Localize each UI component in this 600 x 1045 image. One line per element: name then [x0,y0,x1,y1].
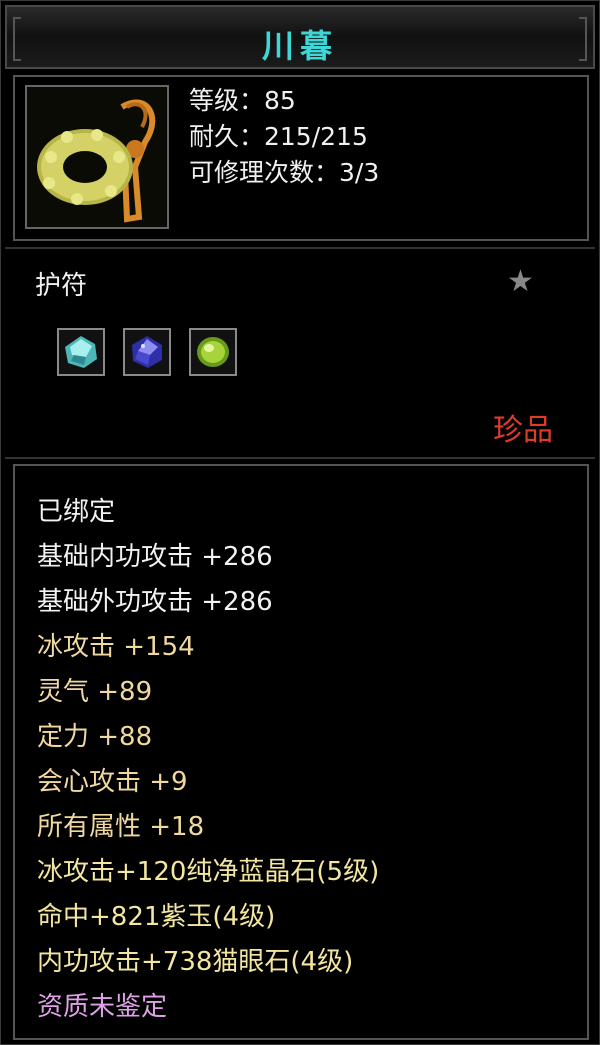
quality-status: 资质未鉴定 [37,992,168,1022]
attr-all-attributes: 所有属性 +18 [37,812,205,842]
blue-sapphire-gem-icon [123,328,172,376]
jade-amulet-icon [25,85,169,229]
item-durability: 耐久：215/215 [189,122,368,151]
divider [5,457,595,459]
divider [5,247,595,249]
attr-base-inner-attack: 基础内功攻击 +286 [37,542,273,572]
attr-spirit: 灵气 +89 [37,677,153,707]
cyan-crystal-gem-icon [57,328,105,376]
green-peridot-gem-icon [189,328,238,376]
attribute-box: 已绑定 基础内功攻击 +286 基础外功攻击 +286 冰攻击 +154 灵气 … [13,464,589,1040]
attribute-list: 已绑定 基础内功攻击 +286 基础外功攻击 +286 冰攻击 +154 灵气 … [37,490,379,1030]
gem-bonus-3: 内功攻击+738猫眼石(4级) [37,947,354,977]
attr-ice-attack: 冰攻击 +154 [37,632,195,662]
attr-base-outer-attack: 基础外功攻击 +286 [37,587,273,617]
title-bar: 川暮 [5,5,595,69]
item-info-box: 等级：85 耐久：215/215 可修理次数：3/3 [13,75,589,241]
star-icon: ★ [507,264,534,299]
item-repair-count: 可修理次数：3/3 [189,158,380,187]
item-name: 川暮 [261,27,338,65]
attr-focus: 定力 +88 [37,722,153,752]
gem-bonus-2: 命中+821紫玉(4级) [37,902,276,932]
bound-status: 已绑定 [37,497,116,527]
gem-sockets [57,328,250,376]
gem-bonus-1: 冰攻击+120纯净蓝晶石(5级) [37,857,380,887]
item-level: 等级：85 [189,86,296,115]
item-stats: 等级：85 耐久：215/215 可修理次数：3/3 [189,83,379,191]
item-type: 护符 [35,271,88,301]
rarity-label: 珍品 [493,413,553,448]
item-tooltip: 川暮 等级：85 耐久：215/215 可修理次数：3/3 护符 ★ 珍品 已绑… [0,0,600,1045]
attr-crit-attack: 会心攻击 +9 [37,767,188,797]
